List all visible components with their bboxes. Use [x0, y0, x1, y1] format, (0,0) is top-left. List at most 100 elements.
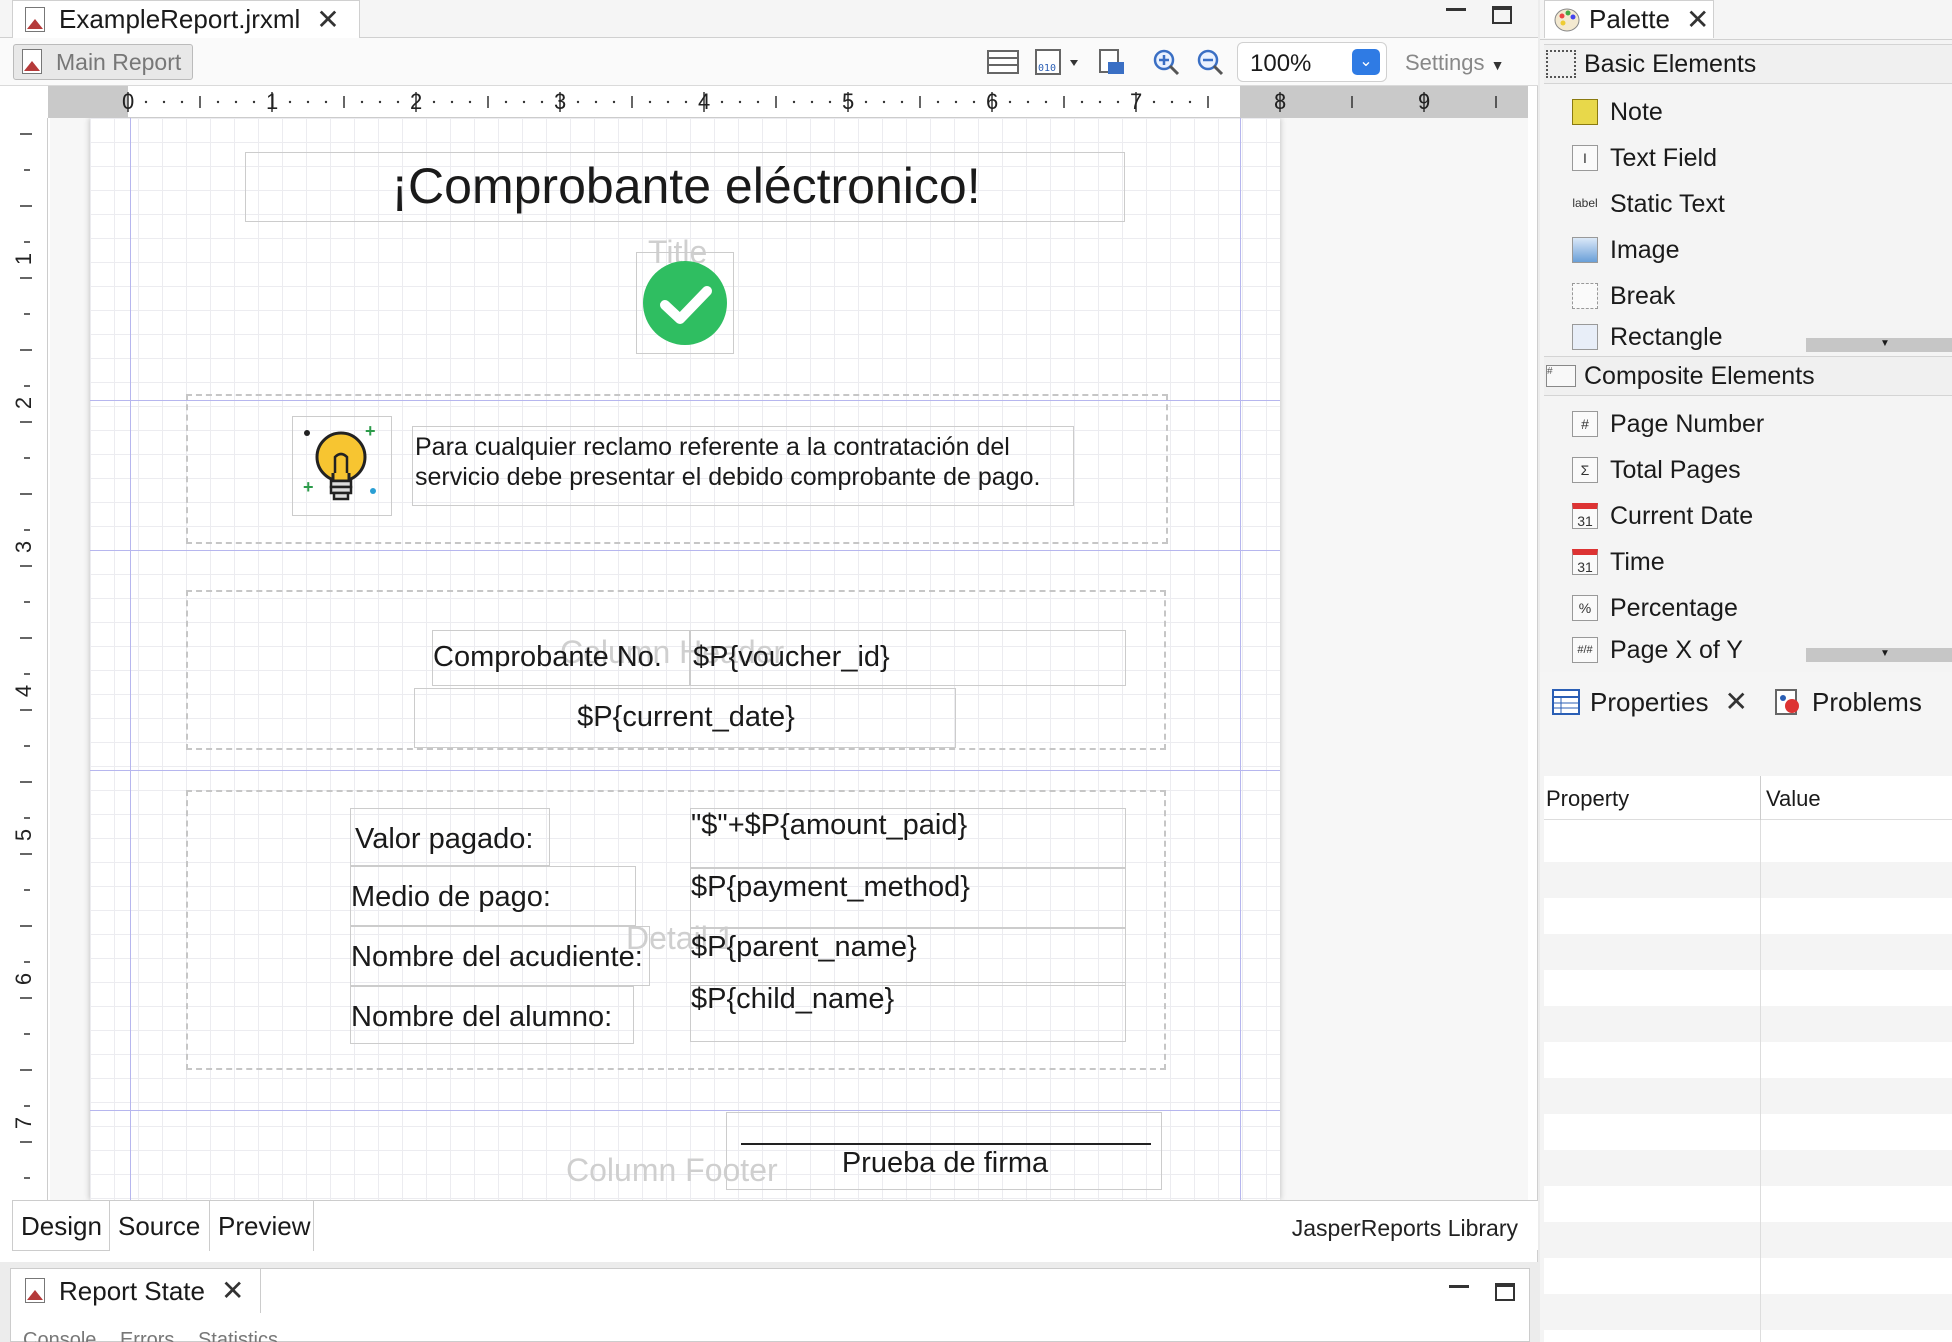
hash-icon: # — [1572, 411, 1598, 437]
chevron-down-icon: ▼ — [1490, 57, 1505, 73]
palette-item-image[interactable]: Image — [1572, 230, 1679, 270]
column-header-value: Value — [1766, 786, 1821, 811]
dataset-icon[interactable]: 010 — [1034, 48, 1082, 76]
ruler-number: 8 — [1274, 89, 1287, 114]
page-x-of-y-icon: #/# — [1572, 637, 1598, 663]
palette-item-label: Static Text — [1610, 189, 1725, 218]
band-layout-icon[interactable] — [986, 48, 1020, 76]
subtab-console[interactable]: Console — [23, 1329, 96, 1342]
ruler-number: 5 — [11, 828, 37, 842]
zoom-out-icon[interactable] — [1194, 48, 1228, 76]
properties-tab[interactable]: Properties ✕ — [1552, 676, 1748, 728]
acudiente-field-text: $P{parent_name} — [691, 931, 917, 963]
zoom-in-icon[interactable] — [1150, 48, 1184, 76]
palette-icon — [1554, 8, 1580, 31]
report-state-icon — [23, 1277, 49, 1305]
calendar-icon: 31 — [1572, 503, 1598, 529]
palette-item-page-x-of-y[interactable]: #/# Page X of Y — [1572, 634, 1743, 666]
acudiente-label[interactable]: Nombre del acudiente: — [350, 926, 650, 986]
band-separator-column-header[interactable] — [90, 770, 1280, 771]
palette-section-composite[interactable]: # Composite Elements — [1544, 356, 1952, 396]
note-line-1: Para cualquier reclamo referente a la co… — [415, 433, 1010, 461]
main-report-button[interactable]: Main Report — [13, 44, 193, 80]
valor-label[interactable]: Valor pagado: — [350, 808, 550, 866]
design-canvas[interactable]: Title ¡Comprobante eléctronico! + + Para… — [50, 118, 1528, 1200]
export-icon[interactable] — [1094, 48, 1128, 76]
tab-source[interactable]: Source — [110, 1201, 210, 1251]
medio-field[interactable]: $P{payment_method} — [690, 868, 1126, 928]
palette-item-break[interactable]: Break — [1572, 276, 1675, 316]
close-icon[interactable]: ✕ — [1686, 5, 1709, 34]
editor-tab-examplereport[interactable]: ExampleReport.jrxml ✕ — [12, 0, 360, 38]
tab-design[interactable]: Design — [12, 1201, 110, 1251]
minimize-icon[interactable] — [1449, 1285, 1469, 1290]
check-image-element[interactable] — [636, 252, 734, 354]
main-report-label: Main Report — [56, 48, 182, 75]
palette-tab[interactable]: Palette ✕ — [1544, 0, 1714, 38]
svg-text:010: 010 — [1038, 63, 1056, 74]
acudiente-field[interactable]: $P{parent_name} — [690, 928, 1126, 986]
problems-title: Problems — [1812, 686, 1922, 717]
palette-item-label: Total Pages — [1610, 455, 1741, 484]
vertical-ruler: 1 2 3 4 5 6 7 — [11, 118, 48, 1200]
property-row — [1544, 1006, 1952, 1042]
margin-guide-right — [1240, 118, 1241, 1200]
problems-tab[interactable]: Problems — [1774, 676, 1922, 728]
maximize-icon[interactable] — [1492, 6, 1512, 24]
settings-menu[interactable]: Settings ▼ — [1405, 50, 1504, 76]
svg-text:+: + — [303, 477, 314, 497]
report-page[interactable]: Title ¡Comprobante eléctronico! + + Para… — [90, 118, 1280, 1200]
title-static-text[interactable]: ¡Comprobante eléctronico! — [245, 152, 1125, 222]
close-icon[interactable]: ✕ — [316, 5, 339, 34]
signature-frame[interactable]: Prueba de firma — [726, 1112, 1162, 1190]
svg-text:+: + — [365, 421, 376, 441]
palette-item-page-number[interactable]: # Page Number — [1572, 404, 1764, 444]
palette-item-label: Current Date — [1610, 501, 1754, 530]
report-state-tab[interactable]: Report State ✕ — [11, 1269, 261, 1313]
palette-section-basic[interactable]: Basic Elements — [1544, 44, 1952, 84]
close-icon[interactable]: ✕ — [221, 1277, 244, 1305]
palette-composite-scrollbar[interactable]: ▼ — [1806, 648, 1952, 662]
palette-item-text-field[interactable]: I Text Field — [1572, 138, 1717, 178]
palette-item-percentage[interactable]: % Percentage — [1572, 588, 1738, 628]
voucher-label[interactable]: Comprobante No. — [432, 630, 690, 686]
close-icon[interactable]: ✕ — [1725, 688, 1748, 716]
lightbulb-image-element[interactable]: + + — [292, 416, 392, 516]
column-divider[interactable] — [1760, 776, 1761, 820]
palette-item-current-date[interactable]: 31 Current Date — [1572, 496, 1753, 536]
palette-item-total-pages[interactable]: Σ Total Pages — [1572, 450, 1741, 490]
minimize-icon[interactable] — [1446, 8, 1466, 13]
band-separator-detail[interactable] — [90, 1110, 1280, 1111]
palette-item-static-text[interactable]: label Static Text — [1572, 184, 1725, 224]
alumno-label[interactable]: Nombre del alumno: — [350, 986, 634, 1044]
horizontal-ruler: 0 1 2 3 4 5 6 7 8 9 — [48, 86, 1528, 118]
tab-preview[interactable]: Preview — [210, 1201, 314, 1251]
palette-item-time[interactable]: 31 Time — [1572, 542, 1665, 582]
palette-item-rectangle[interactable]: Rectangle — [1572, 320, 1723, 354]
date-field[interactable]: $P{current_date} — [414, 688, 956, 748]
note-static-text[interactable]: Para cualquier reclamo referente a la co… — [412, 426, 1074, 506]
palette-title: Palette — [1589, 4, 1670, 34]
zoom-value: 100% — [1250, 50, 1312, 77]
sigma-icon: Σ — [1572, 457, 1598, 483]
palette-basic-scrollbar[interactable]: ▼ — [1806, 338, 1952, 352]
property-row — [1544, 1222, 1952, 1258]
ruler-number: 4 — [11, 684, 37, 698]
text-field-icon: I — [1572, 145, 1598, 171]
calendar-icon: 31 — [1572, 549, 1598, 575]
subtab-errors[interactable]: Errors — [120, 1329, 174, 1342]
palette-item-label: Rectangle — [1610, 322, 1723, 351]
medio-label[interactable]: Medio de pago: — [350, 866, 636, 926]
zoom-combo[interactable]: 100% ⌄ — [1237, 42, 1387, 82]
note-icon — [1572, 99, 1598, 125]
subtab-statistics[interactable]: Statistics — [198, 1329, 278, 1342]
selection-icon — [1546, 50, 1576, 78]
band-separator-page-header[interactable] — [90, 550, 1280, 551]
jrxml-file-icon — [23, 6, 49, 34]
palette-item-note[interactable]: Note — [1572, 92, 1663, 132]
chevron-down-icon[interactable]: ⌄ — [1352, 49, 1380, 75]
valor-field[interactable]: "$"+$P{amount_paid} — [690, 808, 1126, 868]
maximize-icon[interactable] — [1495, 1283, 1515, 1301]
alumno-field[interactable]: $P{child_name} — [690, 982, 1126, 1042]
voucher-field[interactable]: $P{voucher_id} — [690, 630, 1126, 686]
